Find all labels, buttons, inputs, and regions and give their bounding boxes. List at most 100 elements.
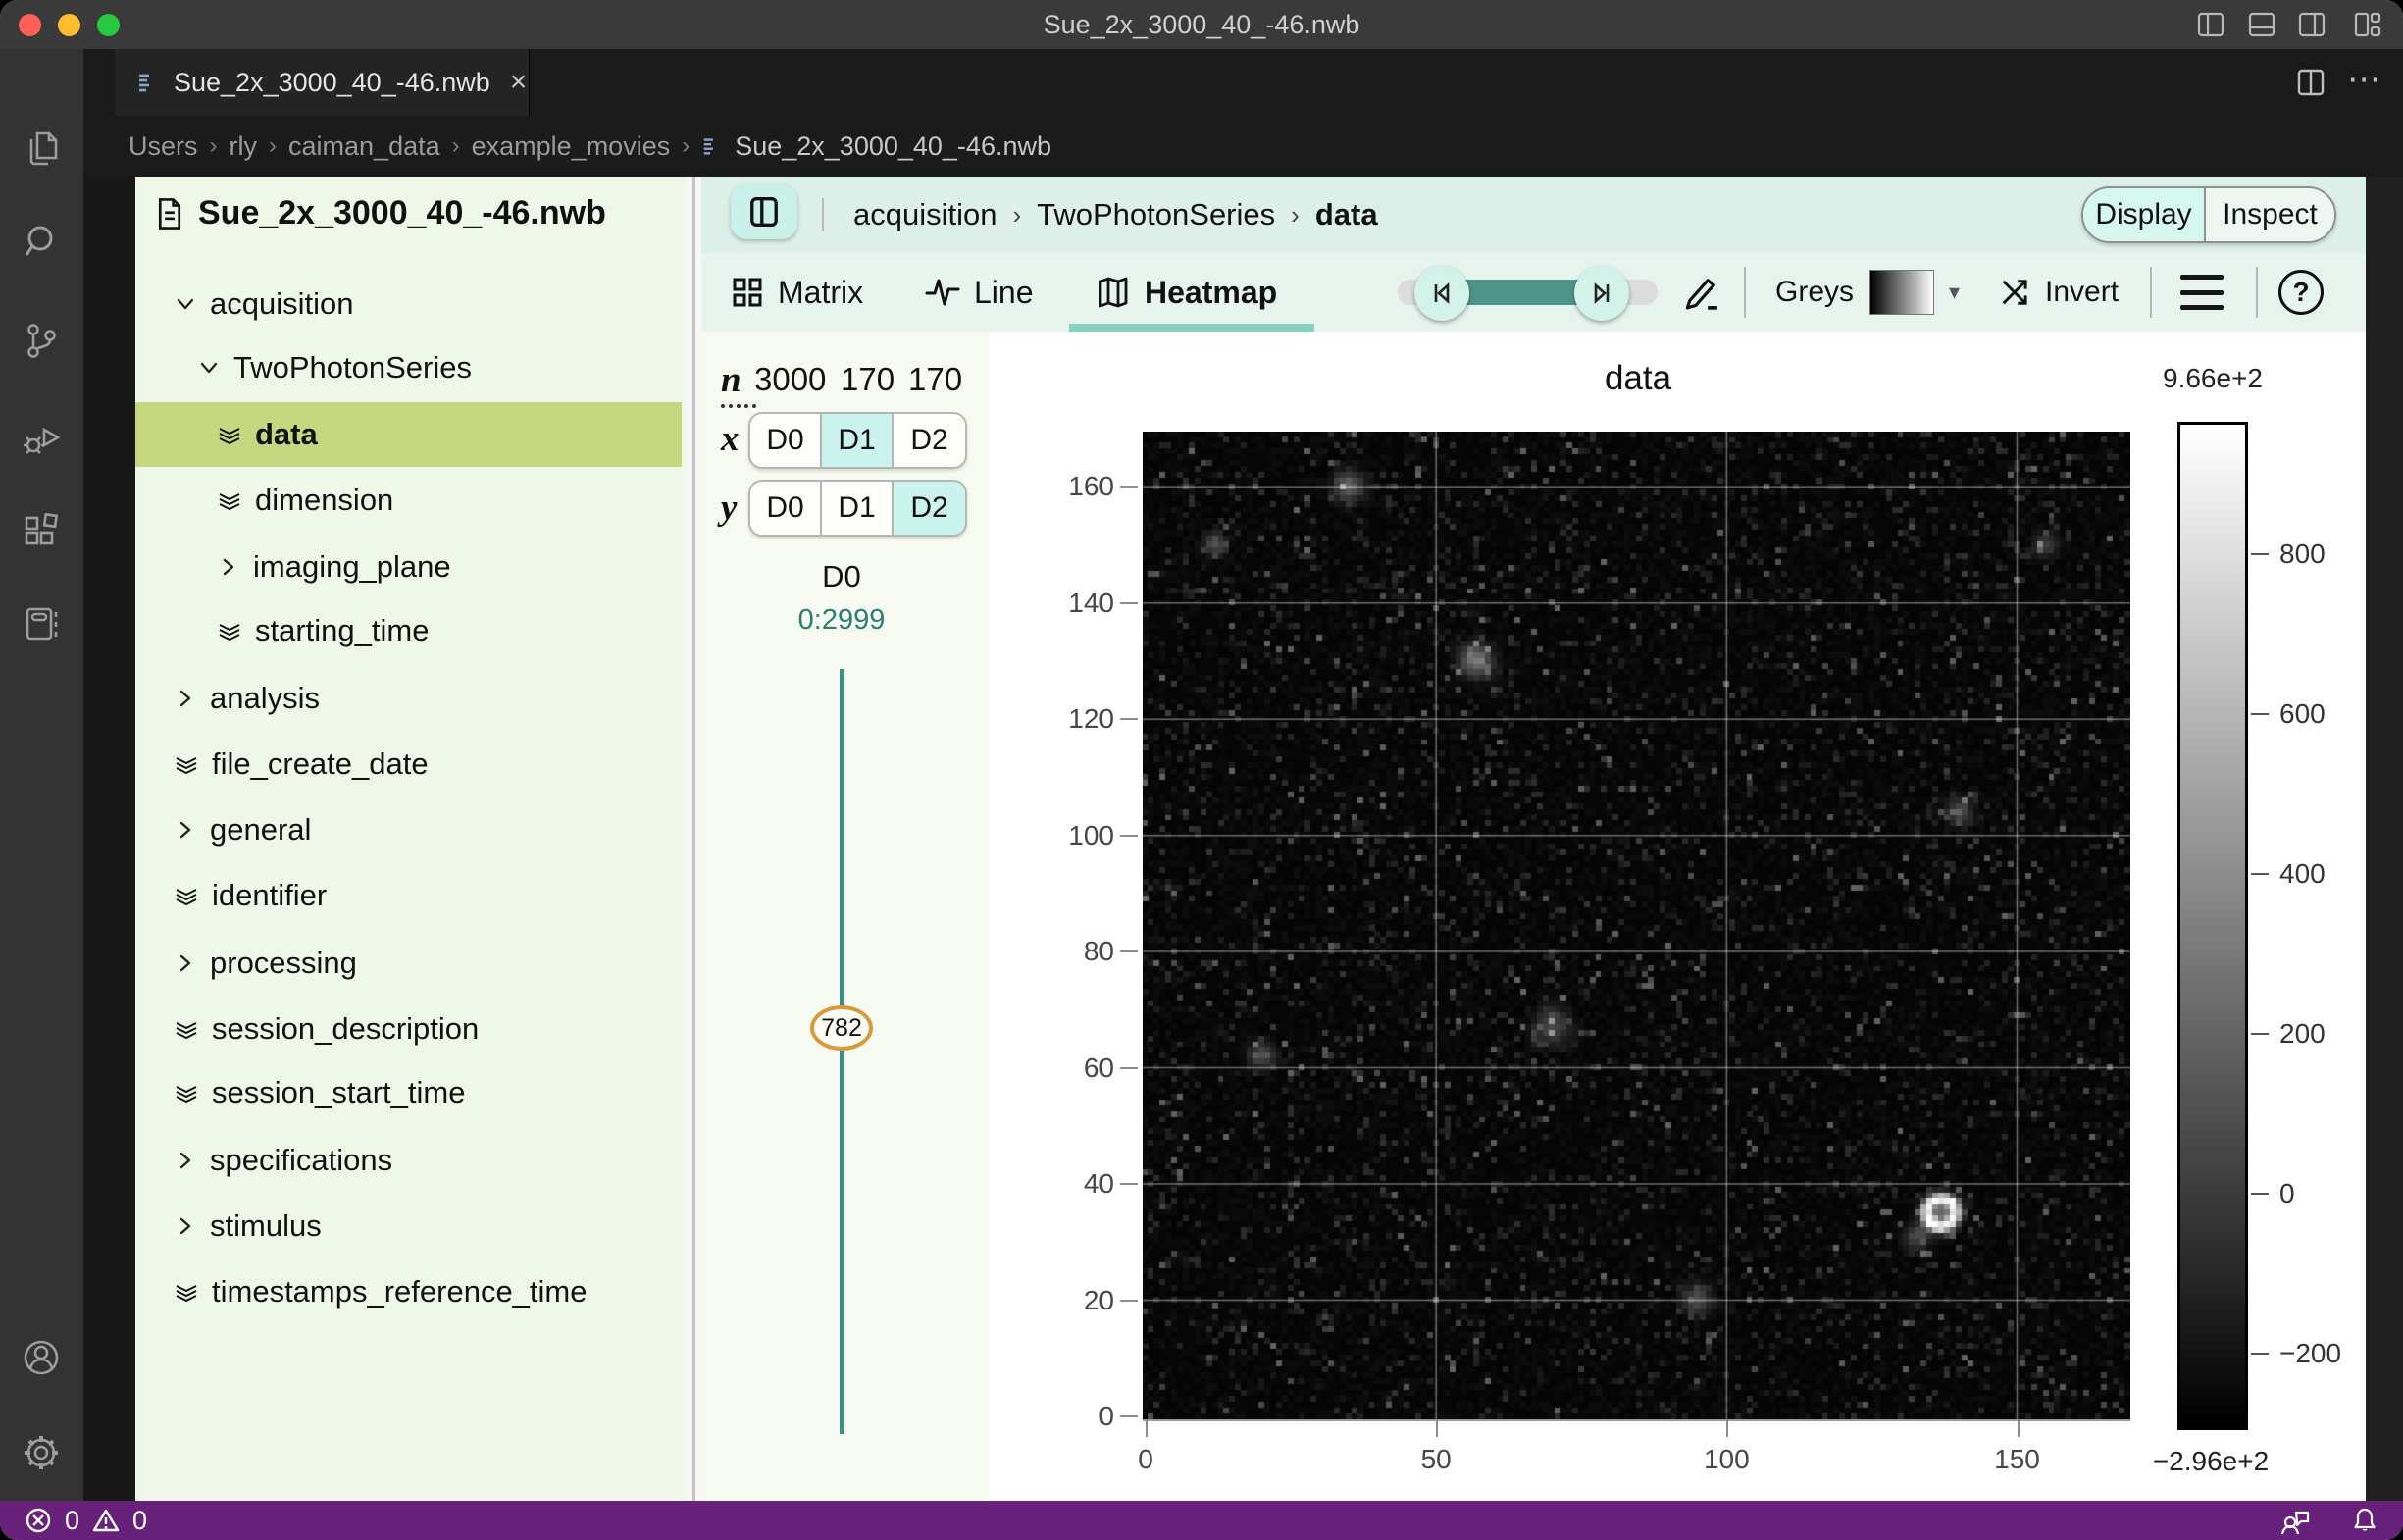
- y-axis-tick-label: 20: [989, 1285, 1114, 1316]
- y-dim-button-D1[interactable]: D1: [822, 482, 894, 535]
- breadcrumb-item[interactable]: example_movies: [472, 131, 671, 162]
- account-icon[interactable]: [20, 1336, 64, 1380]
- nwb-file-title-label: Sue_2x_3000_40_-46.nwb: [198, 194, 606, 232]
- split-editor-icon[interactable]: [2293, 65, 2328, 100]
- edit-icon[interactable]: [1680, 271, 1723, 314]
- shape-value: 3000: [754, 361, 826, 398]
- chevron-down-icon[interactable]: ▾: [1949, 253, 1960, 332]
- inspect-button[interactable]: Inspect: [2206, 188, 2334, 241]
- window-title: Sue_2x_3000_40_-46.nwb: [0, 0, 2403, 49]
- x-axis-tick-label: 100: [1687, 1444, 1765, 1475]
- tab-line[interactable]: Line: [925, 253, 1034, 332]
- tree-item-timestamps_reference_time[interactable]: timestamps_reference_time: [173, 1259, 588, 1324]
- panel-left-icon[interactable]: [2194, 8, 2227, 41]
- tree-item-label: TwoPhotonSeries: [233, 350, 472, 385]
- notebook-icon[interactable]: [20, 602, 64, 646]
- x-axis-tick: [1146, 1419, 1148, 1437]
- dimension-controls: n 3000170170 x D0D1D2 y D0D1D2 D0 0:2999…: [701, 332, 989, 1501]
- invert-button[interactable]: Invert: [1998, 253, 2119, 332]
- breadcrumb-item[interactable]: rly: [230, 131, 258, 162]
- y-dim-button-D0[interactable]: D0: [750, 482, 822, 535]
- y-axis-tick: [1120, 602, 1138, 604]
- y-axis-tick: [1120, 1067, 1138, 1069]
- settings-icon[interactable]: [20, 1431, 64, 1475]
- tab-matrix[interactable]: Matrix: [731, 253, 863, 332]
- layers-icon: [173, 750, 200, 778]
- layout-icon[interactable]: [2351, 8, 2384, 41]
- tab-label: Sue_2x_3000_40_-46.nwb: [174, 68, 490, 98]
- source-control-icon[interactable]: [20, 319, 64, 363]
- warnings-count[interactable]: 0: [132, 1506, 147, 1536]
- tree-item-dimension[interactable]: dimension: [216, 468, 393, 533]
- x-dimension-selector: D0D1D2: [748, 412, 967, 469]
- panel-bottom-icon[interactable]: [2245, 8, 2278, 41]
- tree-item-processing[interactable]: processing: [173, 931, 357, 996]
- tree-item-session_description[interactable]: session_description: [173, 997, 479, 1061]
- tree-item-stimulus[interactable]: stimulus: [173, 1194, 322, 1258]
- tree-item-starting_time[interactable]: starting_time: [216, 598, 429, 663]
- tree-item-imaging_plane[interactable]: imaging_plane: [216, 535, 451, 599]
- panel-splitter[interactable]: [687, 177, 701, 1501]
- colorbar-tick: [2251, 1193, 2269, 1195]
- app-window: Sue_2x_3000_40_-46.nwb Sue_2x_3000_40_-4…: [0, 0, 2403, 1540]
- extensions-icon[interactable]: [20, 510, 64, 554]
- tree-item-identifier[interactable]: identifier: [173, 863, 327, 928]
- x-label: x: [721, 418, 740, 460]
- warnings-icon[interactable]: [91, 1506, 121, 1535]
- colorbar: [2177, 422, 2248, 1430]
- tab-close-icon[interactable]: ×: [510, 66, 528, 99]
- tree-item-specifications[interactable]: specifications: [173, 1128, 392, 1193]
- tree-item-session_start_time[interactable]: session_start_time: [173, 1060, 465, 1125]
- colorbar-min-label: −2.96e+2: [2103, 1446, 2319, 1477]
- breadcrumb-item[interactable]: caiman_data: [288, 131, 440, 162]
- menu-icon[interactable]: [2180, 275, 2224, 310]
- tree-item-acquisition[interactable]: acquisition: [173, 272, 353, 336]
- files-icon[interactable]: [20, 126, 64, 170]
- tree-item-TwoPhotonSeries[interactable]: TwoPhotonSeries: [196, 335, 472, 400]
- panel-right-icon[interactable]: [2295, 8, 2328, 41]
- tree-item-analysis[interactable]: analysis: [173, 666, 320, 731]
- tab-heatmap[interactable]: Heatmap: [1096, 253, 1277, 332]
- list-icon: [701, 135, 723, 157]
- more-actions-icon[interactable]: ⋯: [2347, 65, 2382, 100]
- dataset-breadcrumb-item[interactable]: acquisition: [853, 197, 997, 232]
- tree-item-data[interactable]: data: [216, 402, 318, 467]
- bell-icon[interactable]: [2350, 1506, 2379, 1535]
- x-axis-tick: [1726, 1419, 1728, 1437]
- tree-item-general[interactable]: general: [173, 797, 311, 862]
- colorbar-tick-label: −200: [2279, 1338, 2341, 1369]
- layers-icon: [216, 487, 243, 514]
- dataset-breadcrumb-item[interactable]: data: [1315, 197, 1378, 232]
- frame-slider-track[interactable]: [840, 669, 844, 1434]
- colorbar-tick-label: 400: [2279, 858, 2326, 890]
- toggle-sidebar-button[interactable]: [731, 184, 797, 239]
- breadcrumb-separator: ›: [452, 132, 460, 160]
- errors-icon[interactable]: [24, 1506, 53, 1535]
- y-dim-button-D2[interactable]: D2: [894, 482, 965, 535]
- tree-item-file_create_date[interactable]: file_create_date: [173, 732, 429, 796]
- search-icon[interactable]: [20, 220, 64, 264]
- layers-icon: [173, 1015, 200, 1043]
- range-end-handle[interactable]: [1574, 266, 1629, 321]
- x-dim-button-D1[interactable]: D1: [822, 414, 894, 467]
- x-dim-button-D2[interactable]: D2: [894, 414, 965, 467]
- breadcrumb-item[interactable]: Users: [128, 131, 198, 162]
- layers-icon: [173, 1079, 200, 1106]
- n-underline: [721, 404, 756, 408]
- colorbar-tick: [2251, 873, 2269, 875]
- breadcrumb-file[interactable]: Sue_2x_3000_40_-46.nwb: [735, 131, 1051, 162]
- tab-active[interactable]: Sue_2x_3000_40_-46.nwb ×: [115, 49, 530, 116]
- y-axis-tick-label: 80: [989, 936, 1114, 967]
- y-axis-tick-label: 0: [989, 1401, 1114, 1432]
- run-debug-icon[interactable]: [20, 416, 64, 460]
- dataset-breadcrumb-item[interactable]: TwoPhotonSeries: [1037, 197, 1275, 232]
- list-icon: [136, 71, 160, 94]
- feedback-icon[interactable]: [2279, 1506, 2309, 1535]
- help-icon[interactable]: ?: [2278, 270, 2324, 315]
- errors-count[interactable]: 0: [65, 1506, 79, 1536]
- x-dim-button-D0[interactable]: D0: [750, 414, 822, 467]
- frame-slider-handle[interactable]: 782: [810, 1005, 873, 1051]
- colormap-swatch[interactable]: [1869, 270, 1934, 315]
- range-start-handle[interactable]: [1414, 266, 1469, 321]
- display-button[interactable]: Display: [2083, 188, 2206, 241]
